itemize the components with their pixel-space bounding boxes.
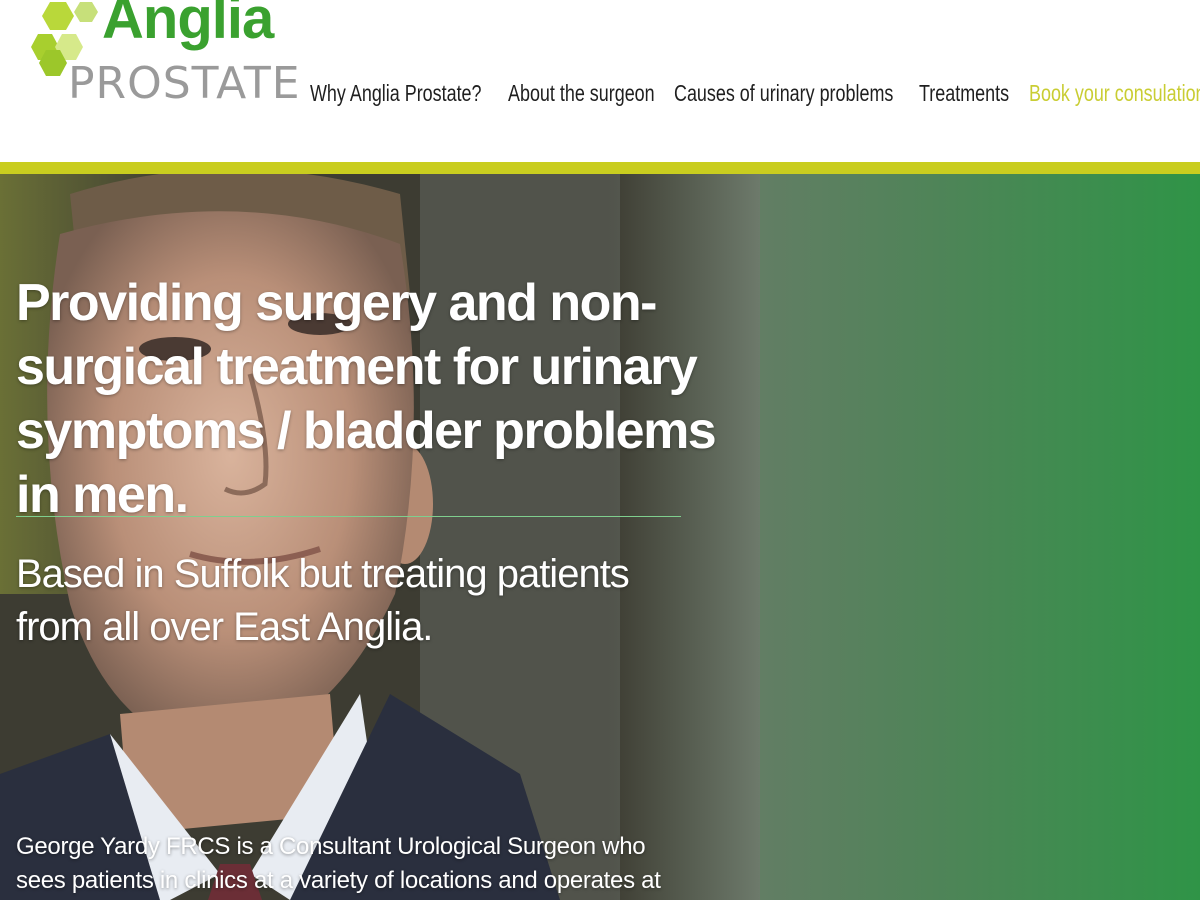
site-logo[interactable]: Anglia PROSTATE xyxy=(28,0,300,115)
nav-item-about-the-surgeon[interactable]: About the surgeon xyxy=(508,80,655,107)
hero-headline: Providing surgery and non-surgical treat… xyxy=(16,274,717,524)
hero-divider xyxy=(16,516,681,517)
header-accent-bar xyxy=(0,162,1200,174)
main-navigation: Why Anglia Prostate? About the surgeon C… xyxy=(310,76,1200,110)
hero-intro-text: George Yardy FRCS is a Consultant Urolog… xyxy=(16,833,661,894)
hero-banner: Providing surgery and non-surgical treat… xyxy=(0,174,1200,900)
site-header: Anglia PROSTATE Why Anglia Prostate? Abo… xyxy=(0,0,1200,162)
nav-item-treatments[interactable]: Treatments xyxy=(919,80,1009,107)
hero-subheadline: Based in Suffolk but treating patients f… xyxy=(16,552,630,649)
nav-item-book-consultation[interactable]: Book your consulation xyxy=(1029,80,1200,107)
nav-item-causes-of-urinary-problems[interactable]: Causes of urinary problems xyxy=(674,80,893,107)
logo-subtitle: PROSTATE xyxy=(68,58,301,109)
logo-wordmark: Anglia xyxy=(102,0,274,51)
nav-item-why-anglia-prostate[interactable]: Why Anglia Prostate? xyxy=(310,80,482,107)
